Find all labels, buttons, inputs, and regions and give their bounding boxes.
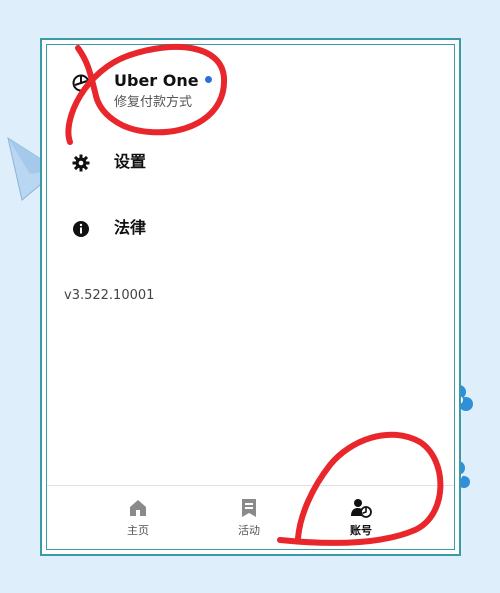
info-icon (68, 216, 94, 242)
tab-bar-divider (47, 485, 454, 486)
uber-one-title: Uber One (114, 71, 199, 90)
tab-activity-label: 活动 (238, 524, 260, 537)
menu-item-uber-one[interactable]: Uber One 修复付款方式 (68, 70, 212, 112)
home-icon (130, 500, 146, 516)
tab-home-label: 主页 (127, 524, 149, 537)
legal-label: 法律 (114, 218, 147, 237)
settings-label: 设置 (114, 152, 147, 171)
tab-account[interactable]: 账号 (331, 498, 391, 538)
uber-one-subtitle: 修复付款方式 (114, 95, 193, 110)
tab-activity[interactable]: 活动 (219, 498, 279, 538)
menu-item-settings[interactable]: 设置 (68, 150, 146, 176)
uber-one-title-row: Uber One (114, 70, 212, 92)
gear-icon (68, 150, 94, 176)
account-icon (351, 499, 372, 518)
uber-one-icon (68, 70, 94, 96)
receipt-icon (242, 499, 256, 517)
app-version: v3.522.10001 (64, 288, 155, 303)
tab-home[interactable]: 主页 (108, 498, 168, 538)
tab-account-label: 账号 (350, 524, 372, 537)
menu-item-legal[interactable]: 法律 (68, 216, 146, 242)
notification-dot (204, 76, 212, 83)
